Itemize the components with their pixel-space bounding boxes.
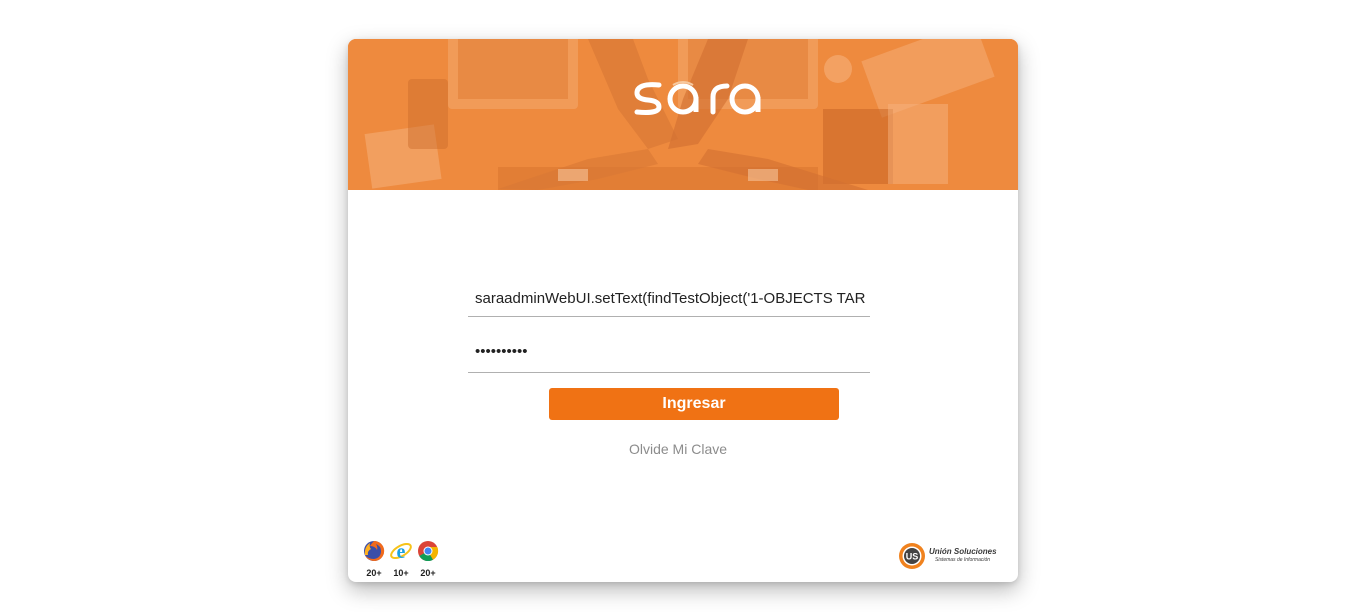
internet-explorer-icon: e [390,541,412,563]
forgot-password-link[interactable]: Olvide Mi Clave [348,441,1008,457]
company-tagline: Sistemas de Información [935,557,991,563]
browser-ie: e 10+ [389,539,413,578]
svg-text:e: e [397,541,406,563]
header-banner: sara [348,39,1018,190]
chrome-icon [418,541,439,562]
browser-chrome: 20+ [416,539,440,578]
password-field-wrapper: •••••••••• [468,323,870,373]
firefox-icon [364,540,385,561]
login-button[interactable]: Ingresar [549,388,839,420]
supported-browsers: 20+ e 10+ 20+ [362,539,440,578]
company-logo: US Unión Soluciones Sistemas de Informac… [898,542,997,570]
union-soluciones-icon: US [899,543,925,569]
logo-text: sara [633,77,635,78]
username-field-wrapper [468,273,870,317]
login-form: •••••••••• [468,273,870,373]
ie-version: 10+ [393,568,409,578]
password-input[interactable]: •••••••••• [475,343,528,360]
login-card: sara •••••••••• Ingresar Olvide Mi Clave… [348,39,1018,582]
svg-text:US: US [906,552,919,562]
firefox-version: 20+ [366,568,382,578]
username-input[interactable] [475,290,865,307]
chrome-version: 20+ [420,568,436,578]
sara-logo: sara [633,77,761,115]
company-name: Unión Soluciones [929,547,997,556]
browser-firefox: 20+ [362,539,386,578]
